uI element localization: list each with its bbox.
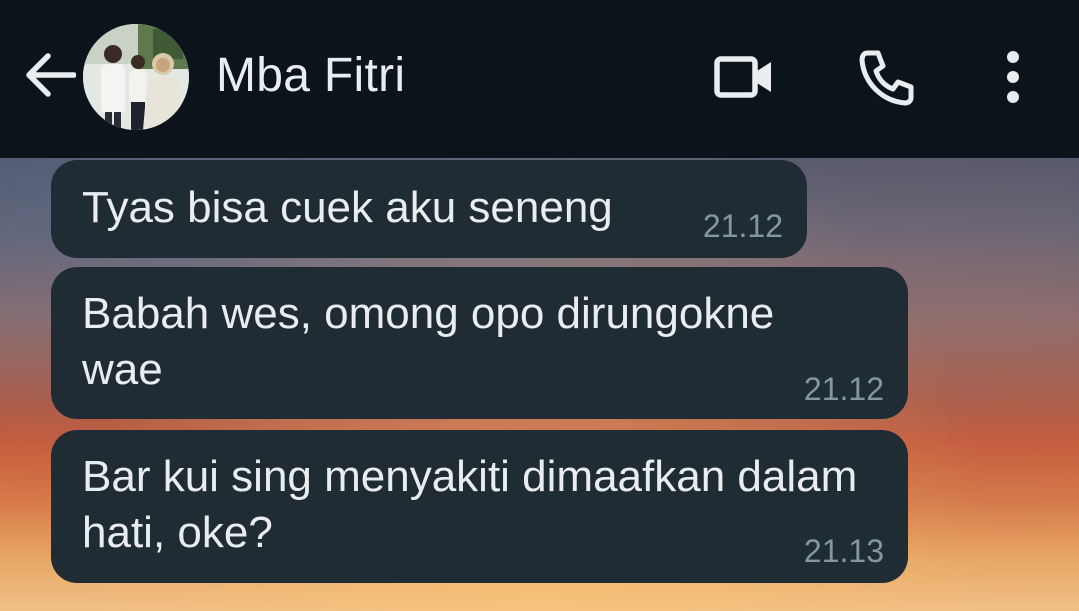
message-bubble[interactable]: Tyas bisa cuek aku seneng 21.12: [51, 160, 807, 258]
contact-name[interactable]: Mba Fitri: [216, 48, 405, 104]
message-timestamp: 21.12: [702, 208, 783, 244]
profile-photo: [83, 24, 189, 130]
arrow-left-icon: [26, 53, 76, 97]
message-bubble[interactable]: Babah wes, omong opo dirungokne wae 21.1…: [51, 267, 908, 419]
chat-screen: Mba Fitri Tyas bisa cuek aku seneng 21.1…: [0, 0, 1079, 611]
voice-call-button[interactable]: [852, 44, 922, 110]
message-text: Babah wes, omong opo dirungokne wae: [82, 289, 775, 394]
chat-header: Mba Fitri: [0, 0, 1079, 158]
video-call-icon: [714, 56, 771, 98]
more-vertical-icon: [1007, 51, 1019, 103]
video-call-button[interactable]: [706, 46, 782, 108]
message-timestamp: 21.12: [803, 371, 884, 407]
message-text: Tyas bisa cuek aku seneng: [82, 183, 613, 232]
avatar[interactable]: [83, 24, 189, 130]
message-timestamp: 21.13: [803, 533, 884, 569]
back-button[interactable]: [18, 45, 82, 105]
message-bubble[interactable]: Bar kui sing menyakiti dimaafkan dalam h…: [51, 430, 908, 583]
more-options-button[interactable]: [990, 44, 1036, 110]
message-text: Bar kui sing menyakiti dimaafkan dalam h…: [82, 452, 858, 557]
phone-icon: [859, 50, 914, 106]
